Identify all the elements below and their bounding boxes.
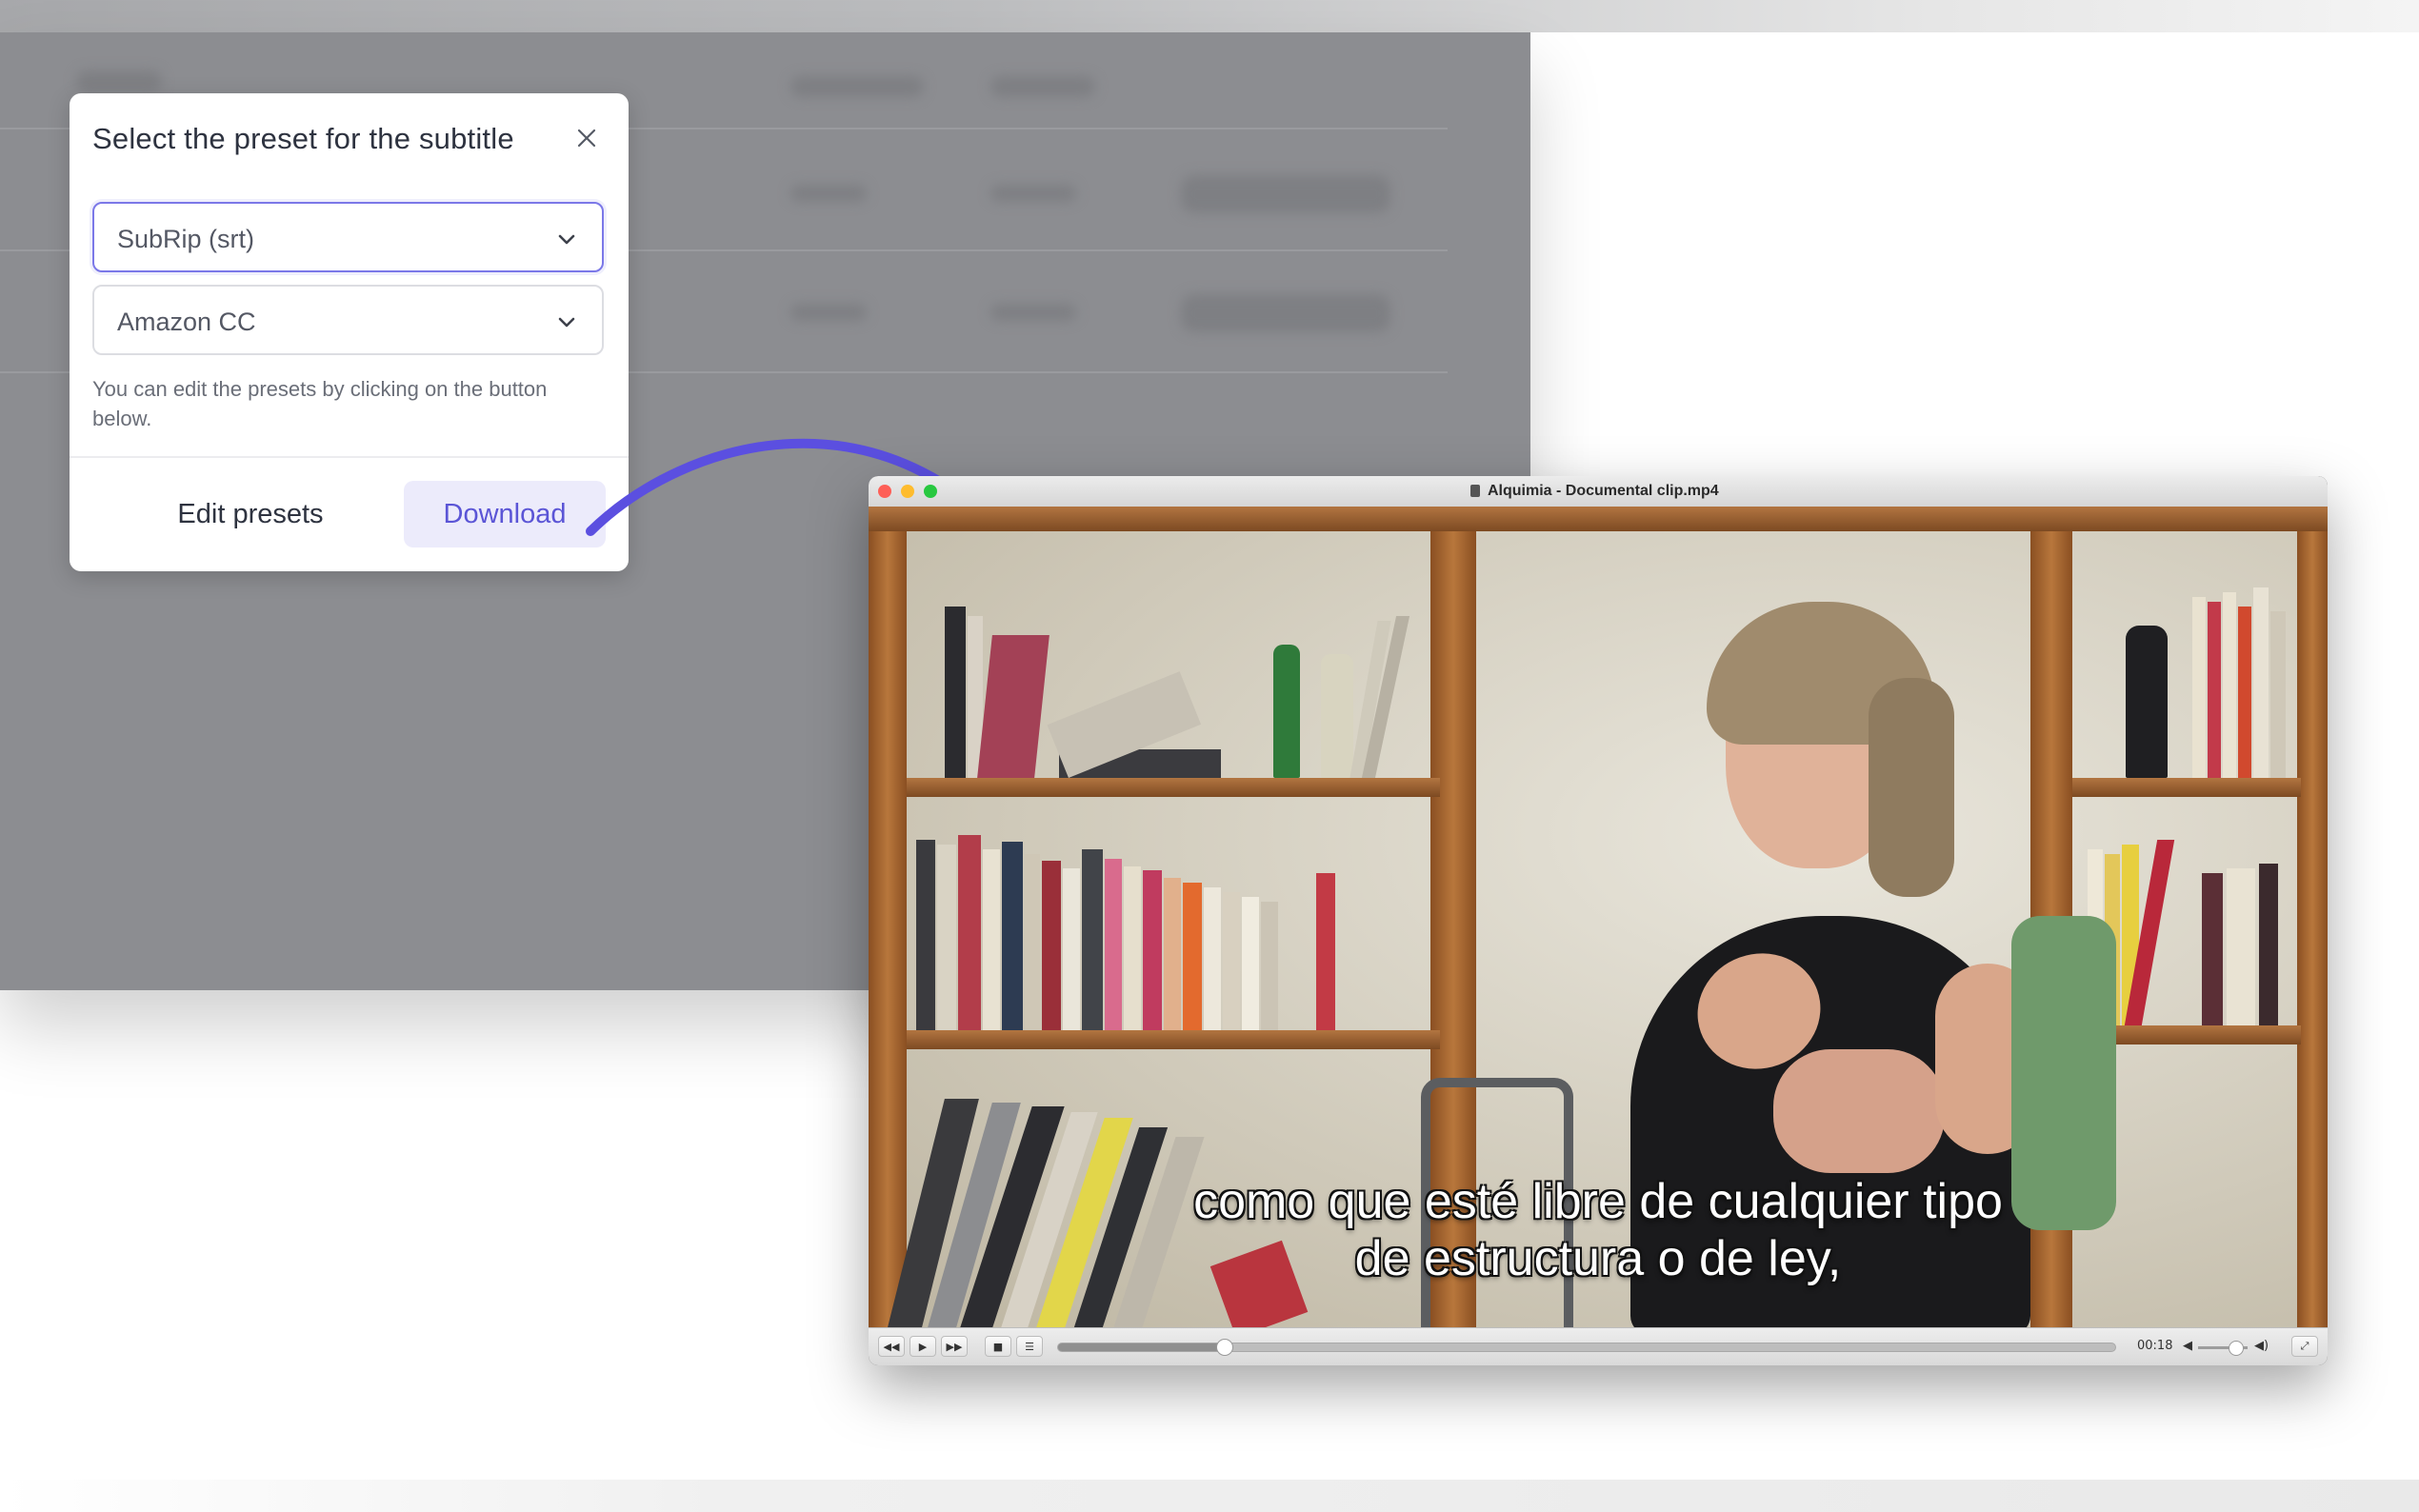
volume-low-icon[interactable]: ◀: [2183, 1339, 2192, 1353]
chevron-down-icon: [556, 311, 577, 332]
seek-bar-handle[interactable]: [1216, 1339, 1234, 1356]
download-button[interactable]: Download: [404, 481, 606, 547]
seek-bar-played: [1058, 1343, 1225, 1351]
close-window-button[interactable]: [878, 485, 891, 498]
shelf-board: [869, 507, 2328, 531]
zoom-window-button[interactable]: [924, 485, 937, 498]
subtitle-line-2: de estructura o de ley,: [1354, 1231, 1842, 1286]
blurred-row-button: [1181, 294, 1390, 332]
player-titlebar: Alquimia - Documental clip.mp4: [869, 476, 2328, 507]
video-frame: como que esté libre de cualquier tipo de…: [869, 507, 2328, 1327]
preset-select-value: Amazon CC: [117, 308, 256, 336]
subtitle-line-1: como que esté libre de cualquier tipo: [1193, 1174, 2003, 1229]
seek-bar[interactable]: [1057, 1339, 2116, 1356]
blurred-header-label: [76, 70, 162, 91]
rewind-button[interactable]: ◀◀: [878, 1336, 905, 1357]
bookshelf-upper-right: [2088, 583, 2297, 778]
stop-button[interactable]: ■: [985, 1336, 1011, 1357]
fullscreen-button[interactable]: ⤢: [2291, 1336, 2318, 1357]
person-hands: [1773, 1049, 1945, 1173]
blurred-cell: [790, 185, 867, 202]
shelf-board: [2072, 778, 2301, 797]
blurred-cell: [790, 304, 867, 321]
preset-hint-text: You can edit the presets by clicking on …: [92, 377, 548, 430]
bookshelf-middle-right: [2088, 835, 2297, 1025]
blurred-column-header: [790, 76, 924, 97]
blurred-row-button: [1181, 175, 1390, 213]
current-time: 00:18: [2137, 1339, 2173, 1353]
file-icon: [1470, 485, 1480, 497]
video-player-window: Alquimia - Documental clip.mp4 como que …: [869, 476, 2328, 1365]
player-controls: ◀◀ ▶ ▶▶ ■ ☰ 00:18 ◀ ◀) ⤢: [869, 1327, 2328, 1365]
blurred-column-header: [990, 76, 1095, 97]
bookshelf-middle-left: [916, 830, 1430, 1030]
blurred-cell: [990, 185, 1076, 202]
close-icon[interactable]: [576, 128, 597, 149]
chevron-down-icon: [556, 229, 577, 249]
volume-slider-handle[interactable]: [2229, 1341, 2244, 1356]
dialog-title: Select the preset for the subtitle: [92, 122, 514, 155]
fast-forward-button[interactable]: ▶▶: [941, 1336, 968, 1357]
person-hair-side: [1869, 678, 1954, 897]
dialog-divider: [70, 456, 629, 458]
volume-high-icon[interactable]: ◀): [2254, 1339, 2269, 1353]
volume-slider[interactable]: [2198, 1341, 2248, 1356]
subtitle-preset-dialog: Select the preset for the subtitle SubRi…: [70, 93, 629, 571]
format-select[interactable]: SubRip (srt): [92, 202, 604, 272]
bottom-strip: [0, 1480, 2419, 1512]
minimize-window-button[interactable]: [901, 485, 914, 498]
top-strip: [0, 0, 2419, 32]
bookshelf-upper-left: [945, 592, 1430, 778]
shelf-board: [907, 1030, 1440, 1049]
play-button[interactable]: ▶: [910, 1336, 936, 1357]
shelf-board: [907, 778, 1440, 797]
preset-select[interactable]: Amazon CC: [92, 285, 604, 355]
window-title: Alquimia - Documental clip.mp4: [1488, 483, 1719, 499]
blurred-cell: [990, 304, 1076, 321]
format-select-value: SubRip (srt): [117, 225, 255, 253]
subtitles-button[interactable]: ☰: [1016, 1336, 1043, 1357]
edit-presets-button[interactable]: Edit presets: [170, 481, 331, 547]
